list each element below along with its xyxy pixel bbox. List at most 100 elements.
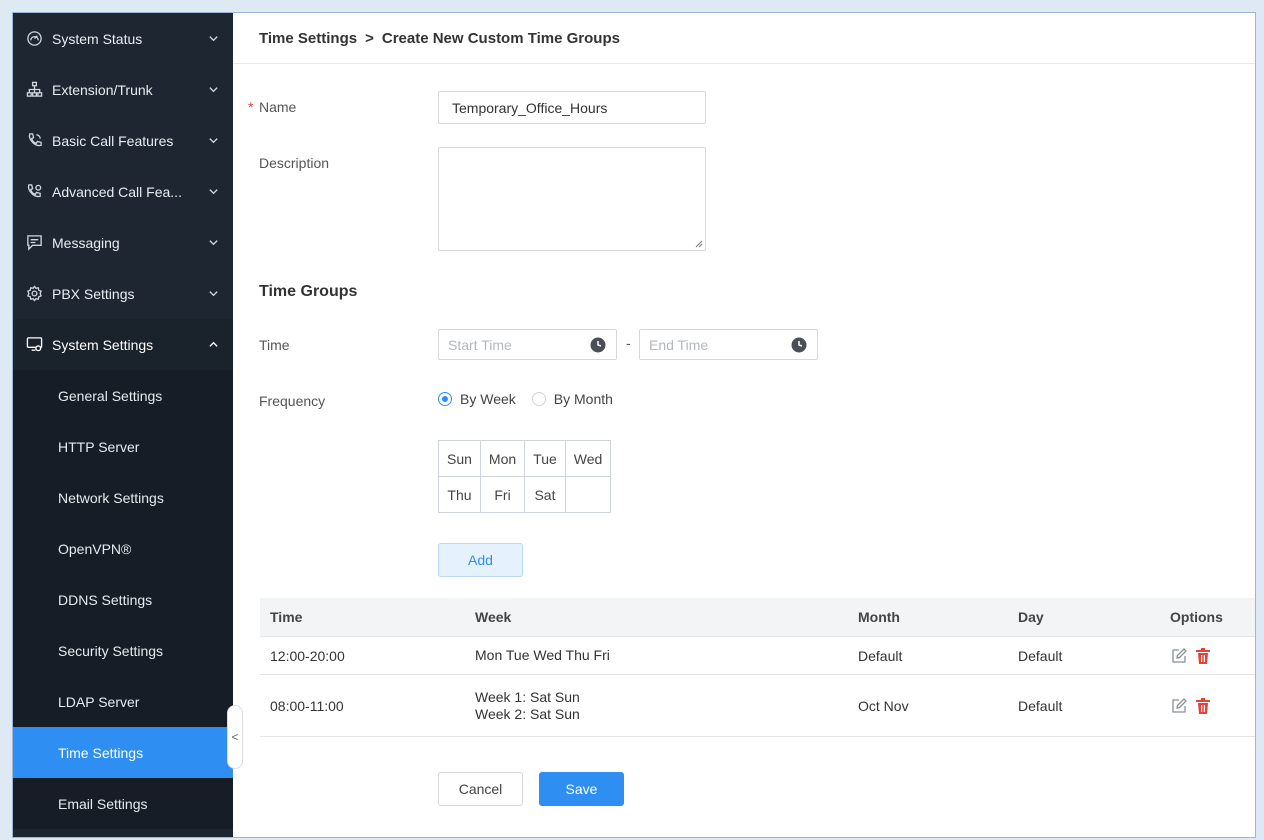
column-header-day: Day: [1018, 609, 1044, 625]
breadcrumb-separator: >: [365, 29, 374, 47]
sidebar-subitem-network-settings[interactable]: Network Settings: [13, 472, 233, 523]
column-header-options: Options: [1170, 609, 1223, 625]
edit-icon[interactable]: [1170, 647, 1188, 665]
frequency-by-week[interactable]: By Week: [438, 391, 516, 407]
column-header-month: Month: [858, 609, 900, 625]
cell-week: Week 1: Sat Sun Week 2: Sat Sun: [475, 689, 858, 723]
day-cell-fri[interactable]: Fri: [479, 476, 526, 513]
name-label-text: Name: [259, 99, 297, 115]
sidebar-item-advanced-call-features[interactable]: Advanced Call Fea...: [13, 166, 233, 217]
phone-icon: [25, 132, 43, 150]
required-mark: *: [248, 99, 254, 115]
radio-by-month[interactable]: [531, 392, 546, 406]
sidebar: System Status Extension/Trunk Basic Call…: [13, 13, 233, 837]
start-time-placeholder: Start Time: [448, 336, 512, 353]
network-icon: [25, 81, 43, 99]
day-cell-wed[interactable]: Wed: [564, 440, 612, 477]
breadcrumb-current: Create New Custom Time Groups: [381, 29, 620, 47]
description-textarea[interactable]: [438, 147, 706, 251]
cancel-button[interactable]: Cancel: [438, 772, 523, 806]
week-line: Week 1: Sat Sun: [475, 688, 580, 705]
sidebar-item-label: System Settings: [52, 336, 154, 353]
column-header-week: Week: [475, 609, 512, 625]
sidebar-item-label: Basic Call Features: [52, 132, 174, 149]
chevron-up-icon: [207, 339, 219, 351]
add-button[interactable]: Add: [438, 543, 523, 577]
sidebar-subitem-security-settings[interactable]: Security Settings: [13, 625, 233, 676]
breadcrumb: Time Settings > Create New Custom Time G…: [233, 13, 1255, 64]
clock-icon: [590, 337, 606, 353]
name-input[interactable]: Temporary_Office_Hours: [438, 91, 706, 124]
radio-label: By Week: [460, 391, 516, 407]
table-row: 12:00-20:00 Mon Tue Wed Thu Fri Default …: [260, 636, 1255, 674]
chevron-down-icon: [207, 135, 219, 147]
frequency-radio-group: By Week By Month: [438, 391, 629, 407]
chevron-down-icon: [207, 288, 219, 300]
sidebar-subitem-ddns-settings[interactable]: DDNS Settings: [13, 574, 233, 625]
delete-icon[interactable]: [1194, 647, 1212, 665]
system-settings-submenu: General Settings HTTP Server Network Set…: [13, 370, 233, 829]
sidebar-subitem-ldap-server[interactable]: LDAP Server: [13, 676, 233, 727]
sidebar-item-messaging[interactable]: Messaging: [13, 217, 233, 268]
day-cell-sat[interactable]: Sat: [524, 476, 566, 513]
sidebar-collapse-handle[interactable]: <: [227, 705, 243, 769]
sidebar-item-extension-trunk[interactable]: Extension/Trunk: [13, 64, 233, 115]
cell-week: Mon Tue Wed Thu Fri: [475, 647, 858, 664]
chevron-left-icon: <: [231, 730, 239, 744]
time-label: Time: [259, 337, 290, 353]
week-line: Mon Tue Wed Thu Fri: [475, 647, 610, 663]
week-line: Week 2: Sat Sun: [475, 705, 580, 722]
time-groups-title: Time Groups: [259, 283, 358, 300]
name-label: * Name: [248, 99, 297, 115]
sidebar-item-system-settings[interactable]: System Settings: [13, 319, 233, 370]
sidebar-item-system-status[interactable]: System Status: [13, 13, 233, 64]
sidebar-item-basic-call-features[interactable]: Basic Call Features: [13, 115, 233, 166]
end-time-input[interactable]: End Time: [639, 329, 818, 360]
table-header: Time Week Month Day Options: [260, 598, 1255, 636]
phone-advanced-icon: [25, 183, 43, 201]
edit-icon[interactable]: [1170, 697, 1188, 715]
sidebar-item-label: System Status: [52, 30, 143, 47]
gear-icon: [25, 285, 43, 303]
cell-month: Default: [858, 647, 903, 664]
resize-grip-icon[interactable]: [695, 240, 703, 248]
cell-month: Oct Nov: [858, 697, 909, 714]
sidebar-subitem-http-server[interactable]: HTTP Server: [13, 421, 233, 472]
app-window: System Status Extension/Trunk Basic Call…: [12, 12, 1256, 838]
sidebar-item-label: Messaging: [52, 234, 120, 251]
cell-options: [1170, 647, 1255, 665]
chevron-down-icon: [207, 84, 219, 96]
sidebar-subitem-email-settings[interactable]: Email Settings: [13, 778, 233, 829]
gauge-icon: [25, 30, 43, 48]
day-cell-thu[interactable]: Thu: [438, 476, 481, 513]
radio-label: By Month: [553, 391, 613, 407]
day-cell-empty: [564, 476, 612, 513]
save-button[interactable]: Save: [539, 772, 624, 806]
chevron-down-icon: [207, 237, 219, 249]
sidebar-item-pbx-settings[interactable]: PBX Settings: [13, 268, 233, 319]
sidebar-item-label: Extension/Trunk: [52, 81, 153, 98]
frequency-by-month[interactable]: By Month: [531, 391, 613, 407]
day-cell-tue[interactable]: Tue: [524, 440, 566, 477]
sidebar-subitem-general-settings[interactable]: General Settings: [13, 370, 233, 421]
day-cell-mon[interactable]: Mon: [479, 440, 526, 477]
time-separator: -: [626, 335, 631, 351]
day-cell-sun[interactable]: Sun: [438, 440, 481, 477]
clock-icon: [791, 337, 807, 353]
start-time-input[interactable]: Start Time: [438, 329, 617, 360]
cell-options: [1170, 697, 1255, 715]
main-content: Time Settings > Create New Custom Time G…: [233, 13, 1255, 837]
weekday-selector: Sun Mon Tue Wed Thu Fri Sat: [438, 440, 612, 513]
sidebar-subitem-openvpn[interactable]: OpenVPN®: [13, 523, 233, 574]
column-header-time: Time: [270, 609, 303, 625]
radio-by-week[interactable]: [438, 392, 452, 406]
message-icon: [25, 234, 43, 252]
description-label: Description: [259, 155, 330, 171]
sidebar-subitem-time-settings[interactable]: Time Settings: [13, 727, 233, 778]
delete-icon[interactable]: [1194, 697, 1212, 715]
breadcrumb-parent[interactable]: Time Settings: [259, 30, 357, 47]
time-groups-table: Time Week Month Day Options 12:00-20:00 …: [260, 598, 1255, 737]
cell-time: 12:00-20:00: [270, 647, 345, 664]
table-row: 08:00-11:00 Week 1: Sat Sun Week 2: Sat …: [260, 674, 1255, 736]
cell-time: 08:00-11:00: [270, 697, 344, 714]
